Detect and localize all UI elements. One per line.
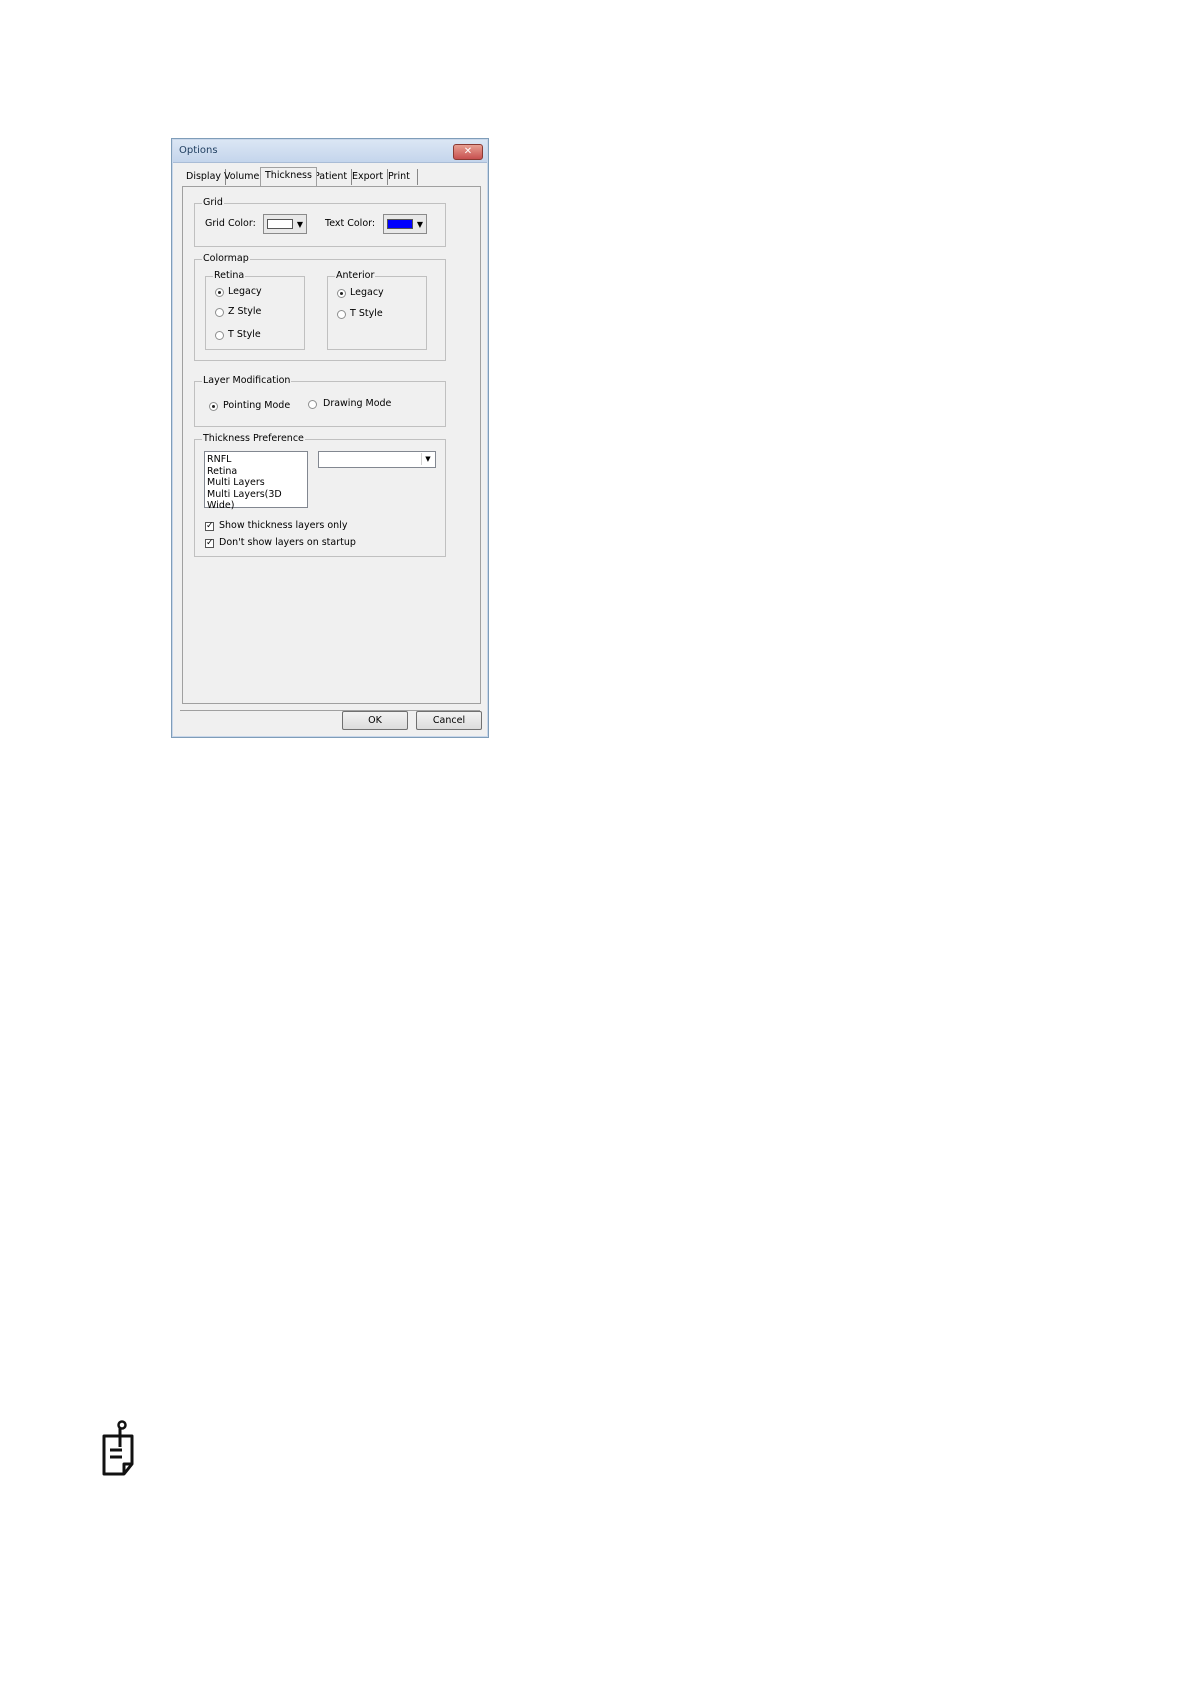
thickness-preference-list[interactable]: RNFL Retina Multi Layers Multi Layers(3D… (204, 451, 308, 511)
pointing-mode-label: Pointing Mode (223, 400, 291, 411)
pointing-mode-radio[interactable] (209, 402, 218, 411)
close-button[interactable]: ✕ (453, 144, 483, 160)
ok-button[interactable]: OK (342, 711, 408, 730)
text-color-swatch (387, 219, 413, 229)
tab-volume[interactable]: Volume (220, 169, 265, 185)
chevron-down-icon: ▼ (421, 453, 434, 465)
retina-legacy-label: Legacy (228, 286, 262, 297)
show-thickness-layers-only-checkbox[interactable]: ✓ (205, 522, 214, 531)
colormap-group: Colormap Retina Legacy Z Style T Style A… (194, 253, 446, 361)
list-item[interactable]: Multi Layers (207, 477, 305, 489)
text-color-label: Text Color: (325, 218, 376, 229)
anterior-legacy-label: Legacy (350, 287, 384, 298)
anterior-tstyle-label: T Style (350, 308, 383, 319)
retina-zstyle-label: Z Style (228, 306, 262, 317)
anterior-tstyle-radio[interactable] (337, 310, 346, 319)
retina-zstyle-radio[interactable] (215, 308, 224, 317)
list-item[interactable]: RNFL (207, 454, 305, 466)
grid-legend: Grid (202, 197, 224, 209)
anterior-legacy-radio[interactable] (337, 289, 346, 298)
chevron-down-icon: ▼ (296, 220, 303, 229)
thickness-tab-panel: Grid Grid Color: ▼ Text Color: ▼ Colorma… (182, 186, 481, 704)
note-pencil-icon (102, 1420, 134, 1476)
colormap-legend: Colormap (202, 253, 250, 265)
grid-group: Grid Grid Color: ▼ Text Color: ▼ (194, 197, 446, 247)
thickness-preference-combo[interactable]: ▼ (318, 451, 436, 468)
retina-legacy-radio[interactable] (215, 288, 224, 297)
retina-tstyle-label: T Style (228, 329, 261, 340)
grid-color-swatch (267, 219, 293, 229)
retina-legend: Retina (213, 270, 246, 282)
dont-show-layers-on-startup-label: Don't show layers on startup (219, 537, 356, 548)
grid-color-picker[interactable]: ▼ (263, 214, 307, 234)
grid-color-label: Grid Color: (205, 218, 256, 229)
list-item[interactable]: Multi Layers(3D Wide) (207, 489, 305, 512)
thickness-preference-legend: Thickness Preference (202, 433, 305, 445)
retina-tstyle-radio[interactable] (215, 331, 224, 340)
tab-thickness[interactable]: Thickness (260, 167, 317, 186)
layer-modification-group: Layer Modification Pointing Mode Drawing… (194, 375, 446, 427)
retina-group: Retina Legacy Z Style T Style (205, 270, 305, 350)
dialog-title: Options (179, 145, 218, 156)
tab-print[interactable]: Print (384, 169, 418, 185)
show-thickness-layers-only-label: Show thickness layers only (219, 520, 348, 531)
anterior-legend: Anterior (335, 270, 376, 282)
dont-show-layers-on-startup-checkbox[interactable]: ✓ (205, 539, 214, 548)
title-bar[interactable]: Options ✕ (173, 140, 487, 163)
anterior-group: Anterior Legacy T Style (327, 270, 427, 350)
chevron-down-icon: ▼ (416, 220, 423, 229)
tab-export[interactable]: Export (348, 169, 389, 185)
list-item[interactable]: Retina (207, 466, 305, 478)
text-color-picker[interactable]: ▼ (383, 214, 427, 234)
drawing-mode-label: Drawing Mode (323, 398, 392, 409)
layer-modification-legend: Layer Modification (202, 375, 292, 387)
thickness-preference-group: Thickness Preference RNFL Retina Multi L… (194, 433, 446, 557)
cancel-button[interactable]: Cancel (416, 711, 482, 730)
close-icon: ✕ (463, 146, 473, 157)
drawing-mode-radio[interactable] (308, 400, 317, 409)
options-dialog: Options ✕ Display Volume Thickness Patie… (171, 138, 489, 738)
